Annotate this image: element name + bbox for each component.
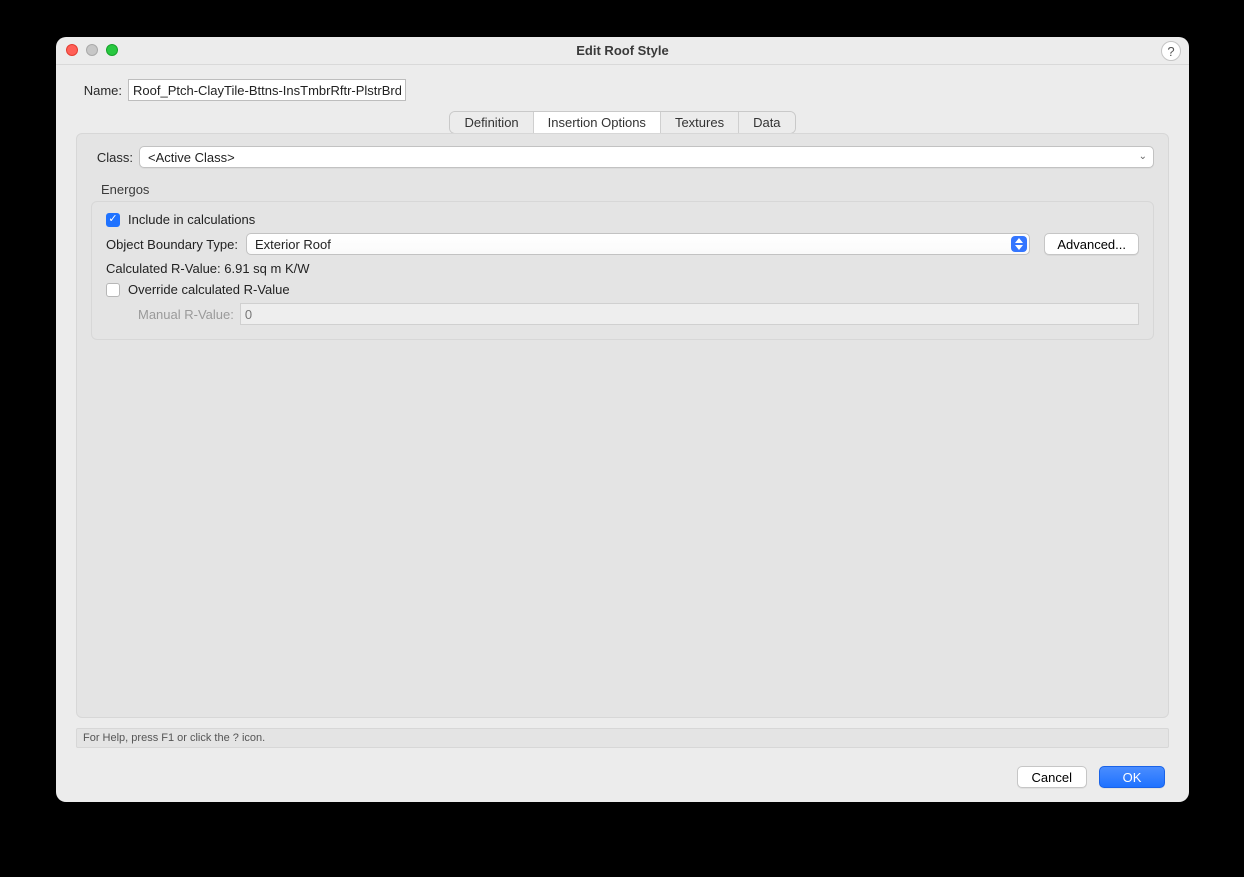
zoom-icon[interactable] (106, 44, 118, 56)
calculated-rvalue-label: Calculated R-Value: 6.91 sq m K/W (106, 261, 310, 276)
class-label: Class: (91, 150, 133, 165)
override-label: Override calculated R-Value (128, 282, 290, 297)
footer: Cancel OK (76, 766, 1169, 788)
close-icon[interactable] (66, 44, 78, 56)
tab-insertion-options[interactable]: Insertion Options (534, 112, 661, 133)
chevron-down-icon: ⌄ (1139, 152, 1147, 162)
minimize-icon[interactable] (86, 44, 98, 56)
traffic-lights (66, 44, 118, 56)
include-label: Include in calculations (128, 212, 255, 227)
advanced-button[interactable]: Advanced... (1044, 233, 1139, 255)
status-bar: For Help, press F1 or click the ? icon. (76, 728, 1169, 748)
class-value: <Active Class> (148, 150, 235, 165)
dialog-body: Name: Definition Insertion Options Textu… (56, 65, 1189, 802)
ok-button[interactable]: OK (1099, 766, 1165, 788)
include-checkbox[interactable]: ✓ (106, 213, 120, 227)
energos-group: ✓ Include in calculations Object Boundar… (91, 201, 1154, 340)
tabbar: Definition Insertion Options Textures Da… (449, 111, 795, 134)
energos-group-label: Energos (101, 182, 1154, 197)
manual-rvalue-row: Manual R-Value: (138, 303, 1139, 325)
tab-data[interactable]: Data (739, 112, 794, 133)
window-title: Edit Roof Style (576, 43, 668, 58)
updown-icon (1011, 236, 1027, 252)
name-label: Name: (76, 83, 122, 98)
name-input[interactable] (128, 79, 406, 101)
help-icon: ? (1167, 44, 1174, 59)
tab-definition[interactable]: Definition (450, 112, 533, 133)
tab-textures[interactable]: Textures (661, 112, 739, 133)
cancel-button[interactable]: Cancel (1017, 766, 1087, 788)
include-row: ✓ Include in calculations (106, 212, 1139, 227)
manual-rvalue-label: Manual R-Value: (138, 307, 234, 322)
obt-value: Exterior Roof (255, 237, 331, 252)
titlebar: Edit Roof Style ? (56, 37, 1189, 65)
override-row: Override calculated R-Value (106, 282, 1139, 297)
tab-panel: Class: <Active Class> ⌄ Energos ✓ Includ… (76, 133, 1169, 718)
name-row: Name: (76, 79, 1169, 101)
obt-row: Object Boundary Type: Exterior Roof Adva… (106, 233, 1139, 255)
class-row: Class: <Active Class> ⌄ (91, 146, 1154, 168)
obt-label: Object Boundary Type: (106, 237, 238, 252)
obt-select[interactable]: Exterior Roof (246, 233, 1030, 255)
class-select[interactable]: <Active Class> ⌄ (139, 146, 1154, 168)
help-button[interactable]: ? (1161, 41, 1181, 61)
calc-row: Calculated R-Value: 6.91 sq m K/W (106, 261, 1139, 276)
override-checkbox[interactable] (106, 283, 120, 297)
dialog-window: Edit Roof Style ? Name: Definition Inser… (56, 37, 1189, 802)
manual-rvalue-input (240, 303, 1139, 325)
